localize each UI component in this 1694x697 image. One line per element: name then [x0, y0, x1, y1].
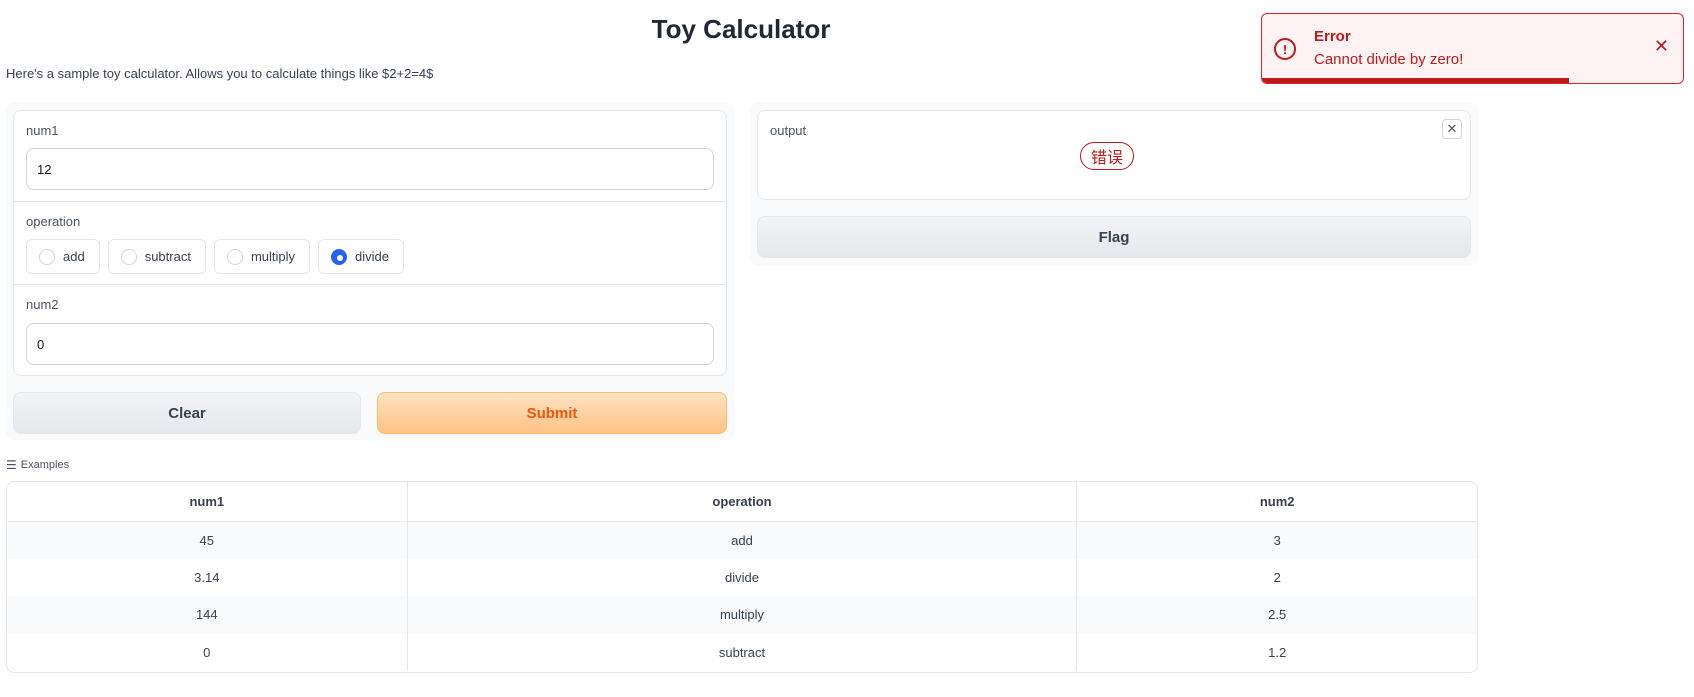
page-title: Toy Calculator	[651, 14, 831, 44]
operation-option-add[interactable]: add	[26, 239, 100, 274]
toast-message: Cannot divide by zero!	[1314, 51, 1464, 68]
radio-circle[interactable]	[39, 248, 55, 265]
output-panel: output ✕ 错误 Flag	[750, 102, 1478, 266]
table-cell: 2.5	[1076, 596, 1477, 634]
num1-input[interactable]: 12	[26, 148, 714, 190]
table-cell: add	[406, 521, 1077, 559]
radio-label: divide	[355, 249, 389, 264]
table-row[interactable]: 0 subtract 1.2	[7, 633, 1477, 671]
operation-option-divide[interactable]: divide	[318, 239, 404, 274]
table-row[interactable]: 3.14 divide 2	[7, 558, 1477, 596]
radio-circle[interactable]	[331, 248, 348, 265]
output-label: output	[770, 123, 807, 138]
table-row[interactable]: 45 add 3	[7, 521, 1477, 559]
table-cell: 3	[1076, 521, 1477, 559]
table-cell: 2	[1076, 558, 1477, 596]
column-header-num2: num2	[1076, 482, 1477, 522]
table-cell: subtract	[406, 633, 1077, 671]
error-toast: ! Error Cannot divide by zero! ✕	[1261, 13, 1684, 84]
radio-circle[interactable]	[226, 248, 243, 265]
examples-table: num1 operation num2 45 add 3 3.14 divide 2 144…	[6, 481, 1478, 673]
examples-header: ☰ Examples	[6, 458, 69, 472]
toast-title: Error	[1314, 28, 1351, 45]
table-cell: 1.2	[1076, 633, 1477, 671]
radio-label: multiply	[250, 249, 296, 264]
column-header-num1: num1	[7, 482, 408, 522]
radio-circle[interactable]	[120, 248, 137, 265]
operation-radio-group: add subtract multiply divide	[26, 239, 404, 274]
input-panel: num1 12 operation add subtract multiply div…	[6, 102, 734, 440]
column-header-operation: operation	[406, 482, 1077, 522]
close-icon[interactable]: ✕	[1654, 36, 1669, 57]
operation-option-subtract[interactable]: subtract	[107, 239, 206, 274]
operation-label: operation	[26, 214, 81, 229]
num2-field: num2 0	[14, 284, 726, 375]
table-cell: 45	[199, 532, 215, 548]
operation-option-multiply[interactable]: multiply	[213, 239, 311, 274]
table-cell: 144	[195, 607, 218, 623]
page-description: Here's a sample toy calculator. Allows y…	[6, 66, 434, 81]
table-cell: divide	[406, 558, 1077, 596]
list-icon: ☰	[6, 458, 17, 472]
num2-label: num2	[26, 297, 59, 312]
table-cell: 3.14	[194, 569, 220, 585]
operation-field: operation add subtract multiply divide	[14, 201, 726, 284]
alert-circle-icon: !	[1274, 38, 1296, 60]
num1-field: num1 12	[14, 111, 726, 201]
table-row[interactable]: 144 multiply 2.5	[7, 596, 1477, 634]
radio-label: subtract	[144, 249, 191, 264]
output-error-badge: 错误	[1080, 142, 1135, 170]
clear-button[interactable]: Clear	[13, 392, 361, 434]
num1-label: num1	[26, 123, 59, 138]
flag-button[interactable]: Flag	[757, 216, 1471, 258]
submit-button[interactable]: Submit	[377, 392, 727, 434]
examples-label: Examples	[20, 459, 70, 471]
table-cell: 0	[203, 644, 211, 660]
input-form: num1 12 operation add subtract multiply div…	[13, 110, 727, 376]
clear-output-icon[interactable]: ✕	[1442, 119, 1462, 139]
radio-label: add	[63, 249, 85, 264]
output-box: output ✕ 错误	[757, 110, 1471, 200]
num2-input[interactable]: 0	[26, 323, 714, 365]
toast-progress-bar	[1262, 78, 1570, 83]
table-cell: multiply	[406, 596, 1077, 634]
